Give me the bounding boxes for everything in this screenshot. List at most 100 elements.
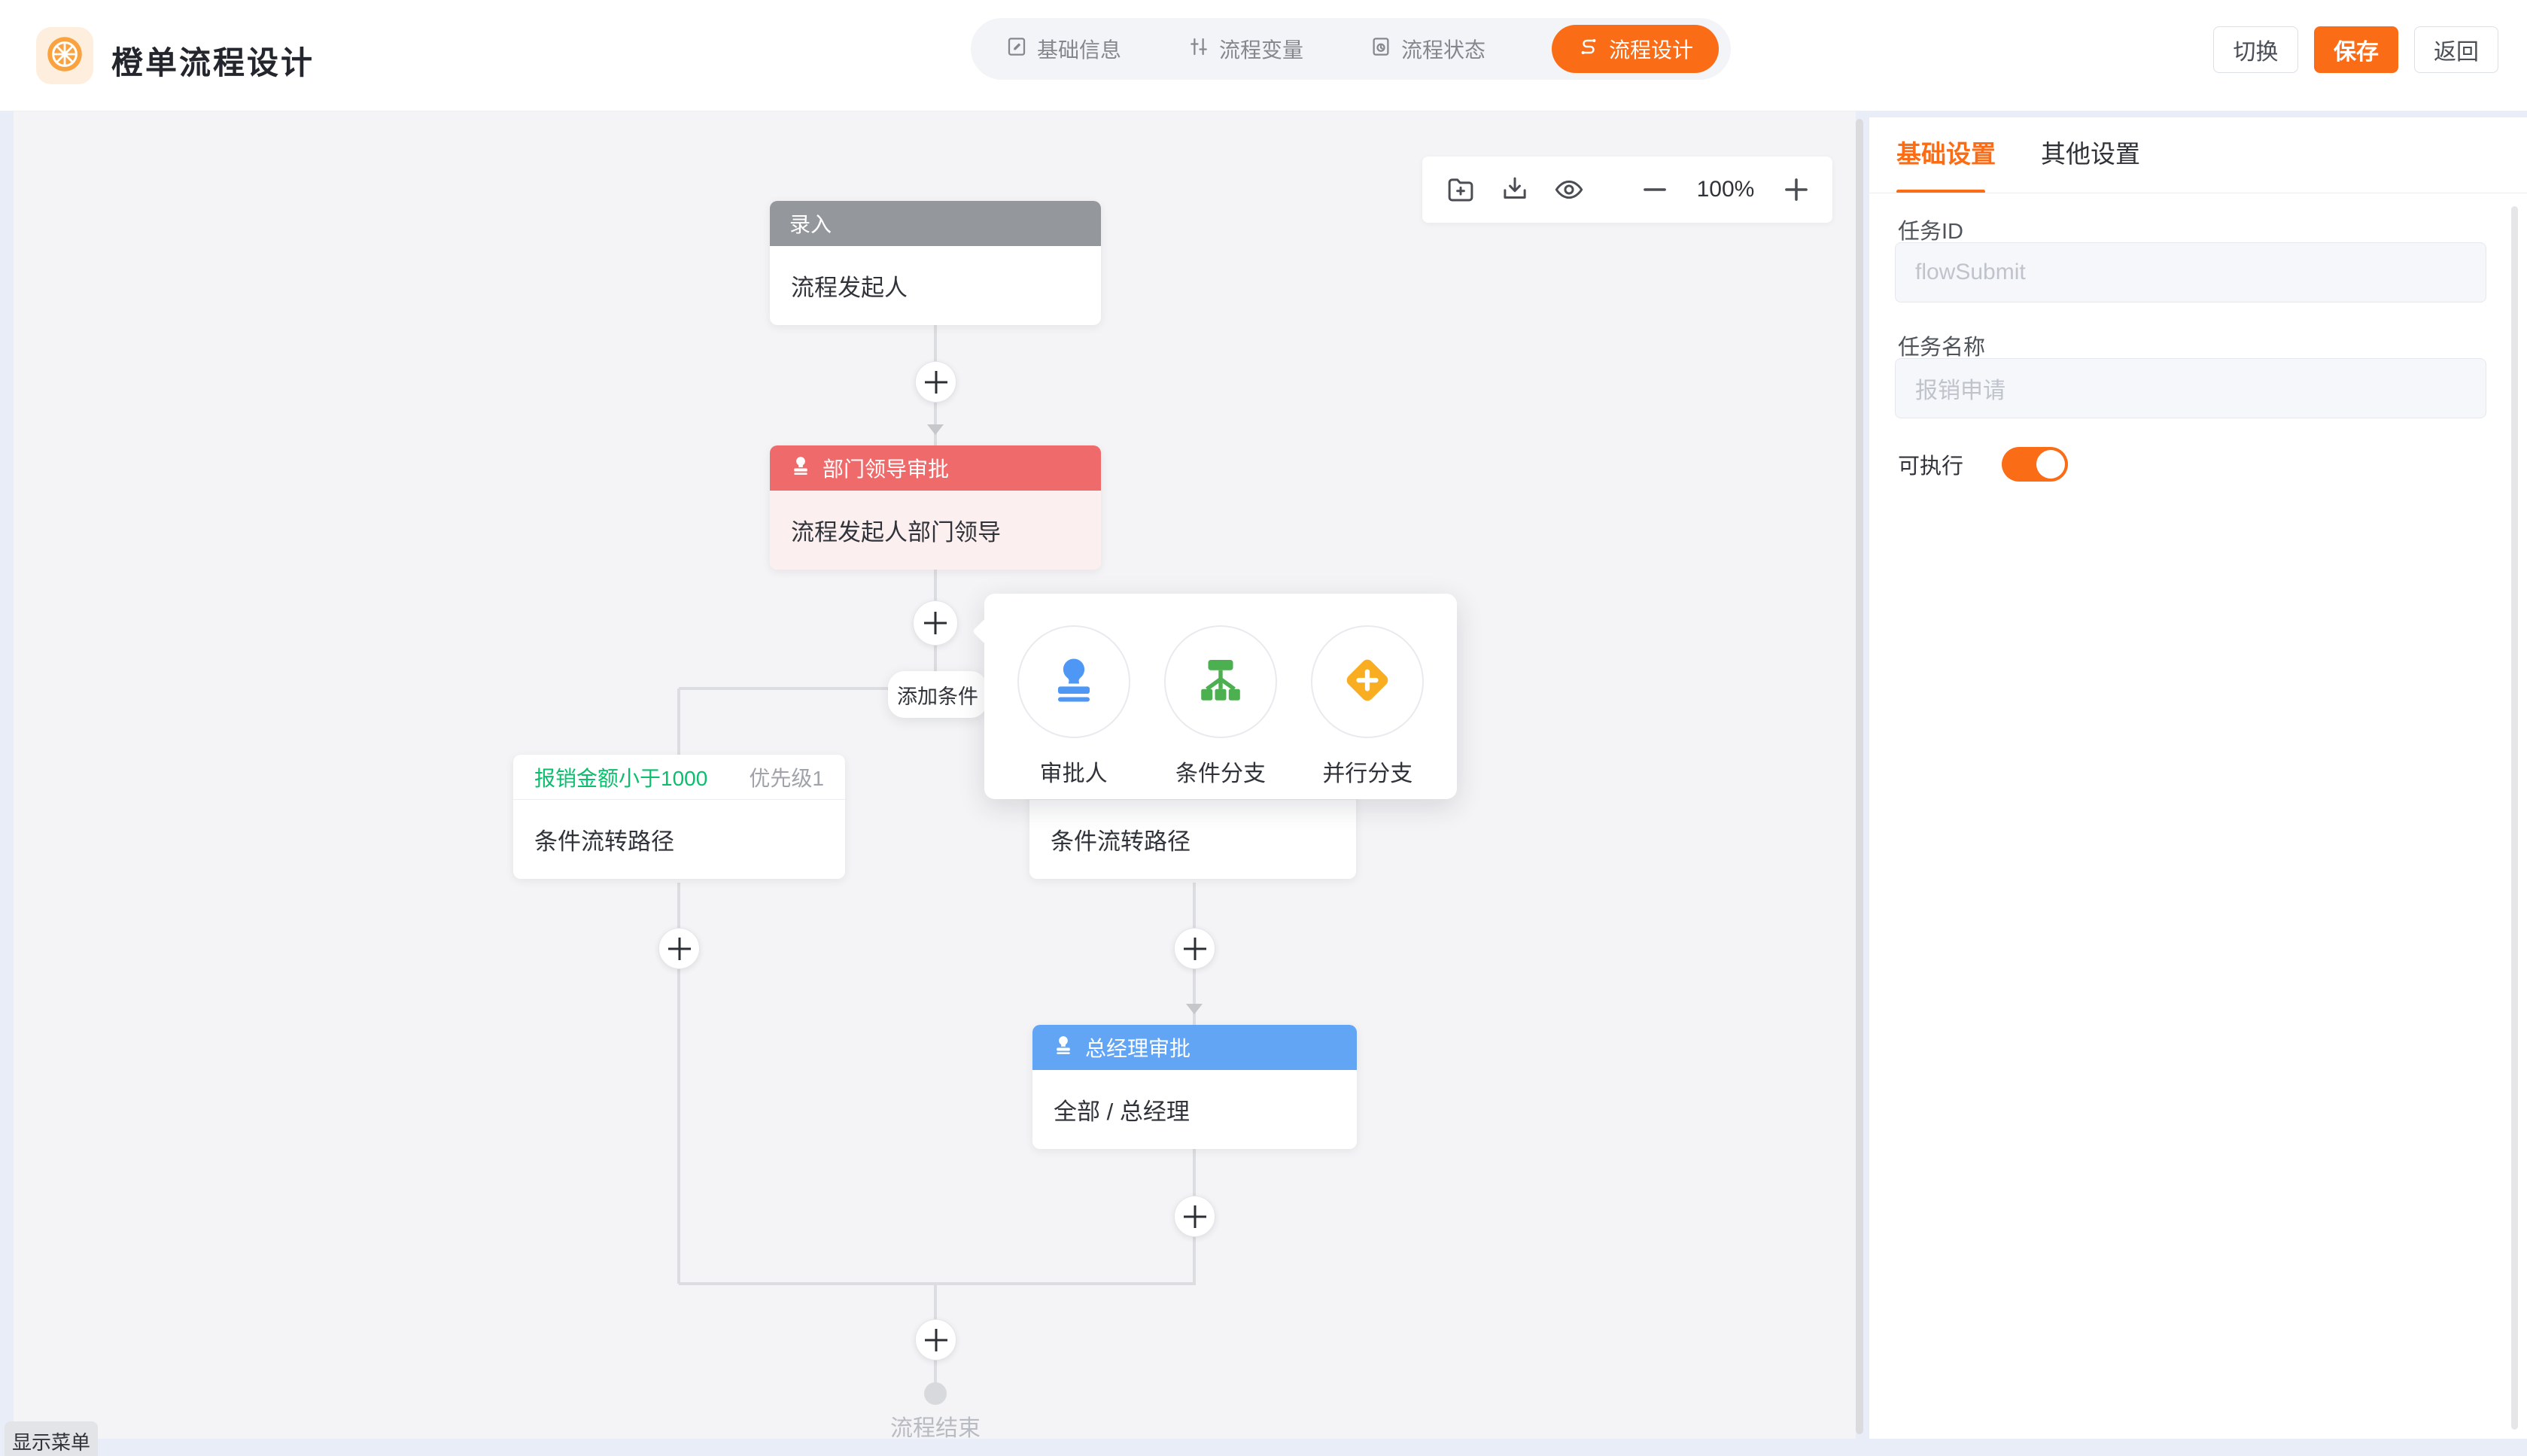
node-start[interactable]: 录入 流程发起人 [770, 201, 1101, 325]
download-icon[interactable] [1499, 172, 1531, 207]
tab-label: 基础信息 [1037, 34, 1121, 64]
node-dept-approval-header: 部门领导审批 [770, 445, 1101, 491]
canvas-scrollbar[interactable] [1856, 119, 1863, 1434]
popup-item-parallel-branch[interactable]: 并行分支 [1294, 625, 1441, 799]
task-id-input[interactable] [1896, 243, 2486, 302]
popup-item-label: 并行分支 [1322, 755, 1413, 788]
node-gm-approval-body: 全部 / 总经理 [1032, 1070, 1357, 1149]
save-button-label: 保存 [2334, 33, 2379, 66]
route-icon [1577, 35, 1600, 63]
back-button[interactable]: 返回 [2414, 26, 2498, 73]
flow-canvas[interactable]: 流程结束 录入 流程发起人 部门领导审批 流程发起人部门领导 报销 [14, 111, 1856, 1439]
tab-label: 流程变量 [1219, 34, 1303, 64]
task-name-input[interactable] [1896, 359, 2486, 418]
tab-other-settings[interactable]: 其他设置 [2041, 134, 2140, 170]
tab-flow-status[interactable]: 流程状态 [1370, 34, 1485, 64]
back-button-label: 返回 [2434, 33, 2479, 66]
add-node-button-active[interactable] [913, 600, 958, 646]
tab-label: 流程状态 [1401, 34, 1485, 64]
tab-flow-design[interactable]: 流程设计 [1552, 25, 1719, 73]
canvas-toolbar: 100% [1422, 157, 1832, 223]
task-id-label: 任务ID [1898, 214, 1963, 245]
connector [677, 688, 680, 755]
app-logo [36, 27, 93, 84]
node-body-text: 流程发起人部门领导 [791, 513, 1001, 547]
arrowhead [927, 424, 944, 435]
task-id-field-wrap [1895, 242, 2486, 302]
branch-tree-icon [1194, 653, 1248, 711]
tab-basic-info[interactable]: 基础信息 [1005, 34, 1121, 64]
node-start-header: 录入 [770, 201, 1101, 246]
node-gm-approval[interactable]: 总经理审批 全部 / 总经理 [1032, 1025, 1357, 1149]
zoom-in-icon[interactable] [1780, 172, 1812, 207]
zoom-level: 100% [1693, 177, 1758, 202]
node-condition-left[interactable]: 报销金额小于1000 优先级1 条件流转路径 [513, 755, 845, 879]
node-dept-approval-body: 流程发起人部门领导 [770, 491, 1101, 570]
add-node-button[interactable] [915, 361, 956, 403]
doc-status-icon [1370, 35, 1392, 63]
parallel-branch-circle [1311, 625, 1424, 738]
add-node-button[interactable] [658, 928, 700, 969]
node-dept-approval[interactable]: 部门领导审批 流程发起人部门领导 [770, 445, 1101, 570]
header-tab-bar: 基础信息 流程变量 流程状态 [971, 18, 1731, 80]
tab-label: 其他设置 [2041, 140, 2140, 168]
doc-edit-icon [1005, 35, 1028, 63]
node-start-body: 流程发起人 [770, 246, 1101, 325]
add-node-button[interactable] [1174, 928, 1215, 969]
tab-basic-settings[interactable]: 基础设置 [1896, 134, 1996, 170]
page-title: 橙单流程设计 [111, 38, 315, 84]
flow-end-dot [924, 1382, 947, 1405]
diamond-plus-icon [1340, 653, 1394, 711]
approver-circle [1017, 625, 1130, 738]
tooltip-label: 添加条件 [897, 680, 978, 710]
executable-label: 可执行 [1898, 448, 1963, 480]
settings-panel: 基础设置 其他设置 任务ID 任务名称 可执行 [1869, 117, 2527, 1439]
node-title: 部门领导审批 [823, 453, 949, 483]
add-condition-tooltip[interactable]: 添加条件 [888, 671, 987, 718]
node-body-text: 全部 / 总经理 [1054, 1093, 1190, 1126]
add-node-button[interactable] [915, 1319, 956, 1360]
app-header: 橙单流程设计 基础信息 流程变量 [0, 0, 2527, 111]
show-menu-label: 显示菜单 [12, 1427, 90, 1456]
node-body-text: 条件流转路径 [1051, 822, 1191, 856]
tab-label: 流程设计 [1609, 34, 1693, 64]
orange-citrus-icon [45, 35, 84, 78]
arrowhead [1186, 1004, 1203, 1014]
task-name-label: 任务名称 [1898, 330, 1985, 361]
new-folder-icon[interactable] [1445, 172, 1476, 207]
executable-toggle[interactable] [2002, 447, 2068, 482]
save-button[interactable]: 保存 [2314, 26, 2398, 73]
node-body-text: 流程发起人 [791, 269, 908, 302]
flow-end-label: 流程结束 [890, 1409, 981, 1439]
popup-item-label: 审批人 [1040, 755, 1108, 788]
tab-flow-variables[interactable]: 流程变量 [1187, 34, 1303, 64]
preview-eye-icon[interactable] [1553, 172, 1585, 207]
switch-button[interactable]: 切换 [2213, 26, 2298, 73]
zoom-out-icon[interactable] [1639, 172, 1671, 207]
toggle-knob [2036, 450, 2065, 479]
stamp-icon [1052, 1034, 1075, 1062]
node-condition-left-header: 报销金额小于1000 优先级1 [513, 755, 845, 800]
show-menu-button[interactable]: 显示菜单 [5, 1421, 98, 1456]
sliders-icon [1187, 35, 1210, 63]
node-condition-right-body: 条件流转路径 [1029, 800, 1356, 879]
node-gm-approval-header: 总经理审批 [1032, 1025, 1357, 1070]
switch-button-label: 切换 [2234, 33, 2279, 66]
node-title: 总经理审批 [1085, 1032, 1191, 1062]
popup-item-approver[interactable]: 审批人 [1000, 625, 1147, 799]
popup-item-label: 条件分支 [1175, 755, 1266, 788]
task-name-field-wrap [1895, 358, 2486, 418]
condition-title: 报销金额小于1000 [534, 762, 707, 792]
add-node-button[interactable] [1174, 1196, 1215, 1237]
tab-label: 基础设置 [1896, 140, 1996, 168]
node-title: 录入 [789, 208, 832, 239]
stamp-icon [789, 454, 812, 482]
node-body-text: 条件流转路径 [534, 822, 674, 856]
node-type-popup: 审批人 条件分支 [984, 594, 1457, 799]
condition-priority: 优先级1 [749, 762, 824, 792]
condition-branch-circle [1164, 625, 1277, 738]
connector [679, 1282, 1196, 1285]
panel-scrollbar[interactable] [2511, 206, 2518, 1430]
popup-item-condition-branch[interactable]: 条件分支 [1147, 625, 1294, 799]
node-condition-left-body: 条件流转路径 [513, 800, 845, 879]
